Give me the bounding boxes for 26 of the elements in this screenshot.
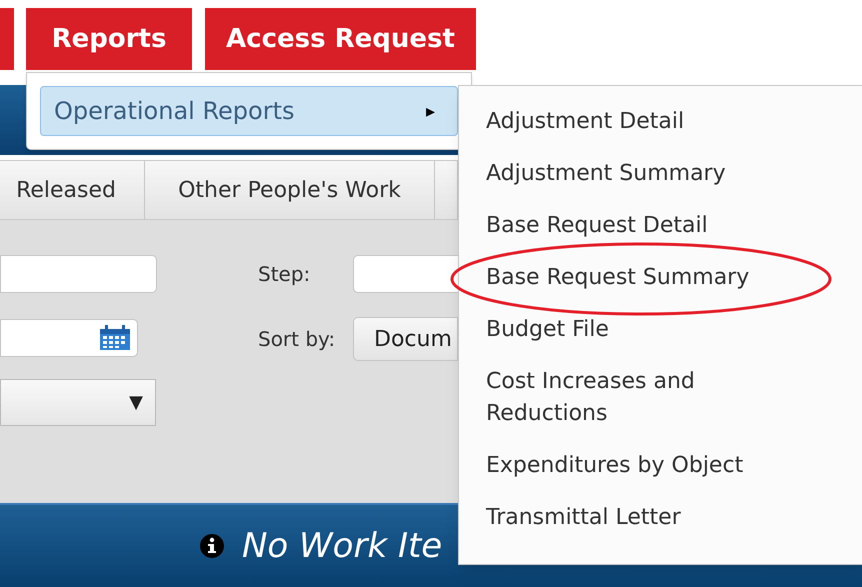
sort-select[interactable]: Docum [353, 317, 458, 361]
submenu-item[interactable]: Adjustment Summary [486, 158, 726, 190]
step-field[interactable] [353, 255, 458, 293]
info-icon [200, 534, 224, 558]
nav-tab[interactable]: Reports [26, 8, 192, 70]
work-tab[interactable] [435, 161, 458, 219]
menu-item[interactable]: Operational Reports ▸ [40, 86, 458, 136]
field-label: Step: [258, 261, 312, 288]
submenu-item[interactable]: Budget File [486, 314, 609, 346]
calendar-icon[interactable] [99, 325, 131, 351]
submenu-item[interactable]: Transmittal Letter [486, 502, 681, 534]
text-field[interactable] [0, 255, 157, 293]
submenu-item[interactable]: Expenditures by Object [486, 450, 744, 482]
nav-tab[interactable] [0, 8, 14, 70]
dropdown-select[interactable]: ▼ [0, 379, 156, 426]
status-message: No Work Ite [242, 524, 442, 568]
work-tab[interactable]: Other People's Work [145, 161, 435, 219]
submenu-item[interactable]: Cost Increases and Reductions [486, 366, 786, 430]
submenu-item[interactable]: Base Request Detail [486, 210, 708, 242]
nav-tab[interactable]: Access Request [205, 8, 476, 70]
work-tab[interactable]: Released [0, 161, 145, 219]
date-field[interactable] [0, 319, 138, 357]
submenu-arrow-icon: ▸ [426, 98, 435, 124]
submenu-item[interactable]: Adjustment Detail [486, 106, 684, 138]
caret-icon: ▼ [129, 389, 143, 416]
field-label: Sort by: [258, 326, 336, 353]
